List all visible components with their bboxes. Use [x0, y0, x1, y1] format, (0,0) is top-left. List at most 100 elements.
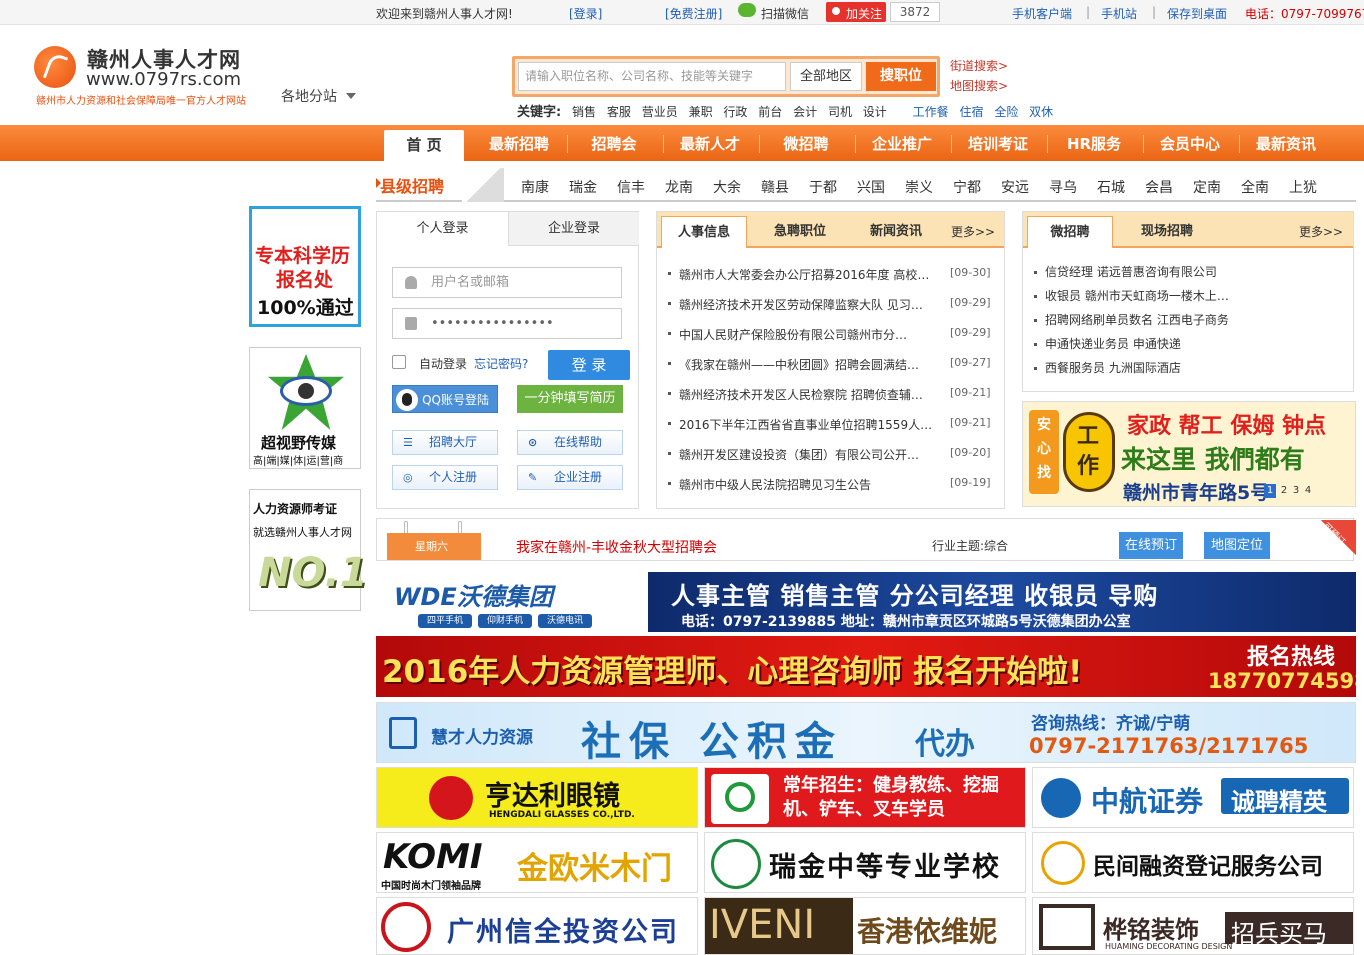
county-link[interactable]: 崇义: [905, 177, 933, 197]
book-online-button[interactable]: 在线预订: [1119, 532, 1183, 559]
news-more-link[interactable]: 更多>>: [948, 216, 998, 248]
tile-komi-doors[interactable]: KOMI 中国时尚木门领袖品牌 金欧米木门: [376, 832, 698, 893]
map-locate-button[interactable]: 地图定位: [1204, 532, 1270, 559]
keyword-link[interactable]: 设计: [863, 105, 887, 119]
county-link[interactable]: 定南: [1193, 177, 1221, 197]
social-security-banner[interactable]: 慧才人力资源 社保 公积金 代办 咨询热线：齐诚/宁萌 0797-2171763…: [376, 702, 1356, 763]
keyword-link[interactable]: 全险: [994, 105, 1018, 119]
tab-personal-login[interactable]: 个人登录: [377, 212, 508, 246]
search-button[interactable]: 搜职位: [866, 62, 936, 91]
area-select[interactable]: 全部地区: [790, 62, 862, 91]
password-field[interactable]: ••••••••••••••••: [392, 308, 622, 339]
tile-guangzhou-invest[interactable]: 广州信全投资公司: [376, 897, 698, 955]
side-ad-certificate[interactable]: 人力资源师考证 就选赣州人事人才网 NO.1: [249, 489, 368, 611]
login-link[interactable]: [登录]: [569, 5, 602, 22]
micro-item[interactable]: 招聘网络刷单员数名 江西电子商务: [1034, 311, 1229, 328]
login-button[interactable]: 登 录: [548, 350, 630, 380]
county-link[interactable]: 寻乌: [1049, 177, 1077, 197]
register-link[interactable]: [免费注册]: [665, 5, 722, 22]
wechat-link[interactable]: 扫描微信: [761, 5, 809, 22]
forgot-password-link[interactable]: 忘记密码?: [474, 355, 528, 372]
hr-exam-banner[interactable]: 2016年人力资源管理师、心理咨询师 报名开始啦! 报名热线 187707745…: [376, 636, 1356, 697]
tile-iveni[interactable]: IVENI 香港依维妮: [704, 897, 1026, 955]
keyword-link[interactable]: 双休: [1029, 105, 1053, 119]
mobile-site-link[interactable]: 手机站: [1101, 5, 1137, 22]
keyword-link[interactable]: 行政: [723, 105, 747, 119]
news-item[interactable]: 2016下半年江西省省直事业单位招聘1559人… [09-21]: [668, 416, 993, 433]
county-link[interactable]: 会昌: [1145, 177, 1173, 197]
tile-hengdali[interactable]: 亨达利眼镜 HENGDALI GLASSES CO.,LTD.: [376, 767, 698, 828]
chevron-down-icon[interactable]: [346, 93, 356, 99]
county-link[interactable]: 石城: [1097, 177, 1125, 197]
logo-icon[interactable]: [34, 46, 76, 88]
nav-latest-news[interactable]: 最新资讯: [1240, 125, 1332, 161]
news-item[interactable]: 《我家在赣州——中秋团圆》招聘会圆满结… [09-27]: [668, 356, 993, 373]
fair-title[interactable]: 我家在赣州-丰收金秋大型招聘会: [516, 537, 717, 557]
news-item[interactable]: 赣州市人大常委会办公厅招募2016年度 高校… [09-30]: [668, 266, 993, 283]
county-link[interactable]: 宁都: [953, 177, 981, 197]
tab-urgent-jobs[interactable]: 急聘职位: [757, 216, 843, 248]
county-link[interactable]: 大余: [713, 177, 741, 197]
company-register-button[interactable]: ✎ 企业注册: [517, 465, 623, 490]
county-link[interactable]: 兴国: [857, 177, 885, 197]
news-item[interactable]: 赣州开发区建设投资（集团）有限公司公开… [09-20]: [668, 446, 993, 463]
slide-page[interactable]: 1: [1264, 484, 1276, 498]
county-link[interactable]: 上犹: [1289, 177, 1317, 197]
county-link[interactable]: 赣县: [761, 177, 789, 197]
tile-huaming-decor[interactable]: 桦铭装饰 HUAMING DECORATING DESIGN 招兵买马: [1032, 897, 1354, 955]
remember-checkbox[interactable]: [392, 355, 406, 369]
wode-banner[interactable]: WDE沃德集团 四平手机 仰财手机 沃德电讯 人事主管 销售主管 分公司经理 收…: [376, 569, 1356, 632]
nav-training[interactable]: 培训考证: [952, 125, 1044, 161]
nav-job-fair[interactable]: 招聘会: [568, 125, 660, 161]
tile-private-finance[interactable]: 民间融资登记服务公司: [1032, 832, 1354, 893]
username-field[interactable]: 用户名或邮箱: [392, 267, 622, 298]
tab-hr-info[interactable]: 人事信息: [661, 216, 747, 248]
keyword-link[interactable]: 司机: [828, 105, 852, 119]
tile-training-school[interactable]: 常年招生：健身教练、挖掘机、铲车、叉车学员: [704, 767, 1026, 828]
map-search-link[interactable]: 地图搜索>: [950, 77, 1008, 94]
nav-member-center[interactable]: 会员中心: [1144, 125, 1236, 161]
quick-resume-button[interactable]: 一分钟填写简历: [517, 385, 623, 413]
tile-avic-securities[interactable]: 中航证券 诚聘精英: [1032, 767, 1354, 828]
micro-item[interactable]: 信贷经理 诺远普惠咨询有限公司: [1034, 263, 1217, 280]
keyword-link[interactable]: 会计: [793, 105, 817, 119]
mobile-client-link[interactable]: 手机客户端: [1012, 5, 1072, 22]
slide-ad[interactable]: 安 心 找 工作 家政 帮工 保姆 钟点 来这里 我們都有 赣州市青年路5号 1…: [1022, 401, 1356, 507]
nav-latest-jobs[interactable]: 最新招聘: [473, 125, 565, 161]
tab-micro-recruit[interactable]: 微招聘: [1027, 216, 1113, 248]
county-link[interactable]: 全南: [1241, 177, 1269, 197]
county-link[interactable]: 信丰: [617, 177, 645, 197]
county-link[interactable]: 瑞金: [569, 177, 597, 197]
slide-page[interactable]: 3: [1291, 484, 1301, 498]
side-ad-media[interactable]: 超视野传媒 高|端|媒|体|运|营|商: [249, 347, 361, 469]
county-link[interactable]: 龙南: [665, 177, 693, 197]
personal-register-button[interactable]: ◎ 个人注册: [392, 465, 498, 490]
nav-promotion[interactable]: 企业推广: [856, 125, 948, 161]
news-item[interactable]: 赣州市中级人民法院招聘见习生公告 [09-19]: [668, 476, 993, 493]
save-desktop-link[interactable]: 保存到桌面: [1167, 5, 1227, 22]
tab-onsite-recruit[interactable]: 现场招聘: [1124, 216, 1210, 248]
news-item[interactable]: 中国人民财产保险股份有限公司赣州市分… [09-29]: [668, 326, 993, 343]
micro-item[interactable]: 申通快递业务员 申通快递: [1034, 335, 1181, 352]
side-ad-degree[interactable]: 专本科学历 报名处 100%通过: [249, 206, 361, 327]
keyword-link[interactable]: 前台: [758, 105, 782, 119]
branch-selector[interactable]: 各地分站: [281, 86, 337, 106]
keyword-link[interactable]: 销售: [572, 105, 596, 119]
keyword-link[interactable]: 营业员: [642, 105, 678, 119]
tile-ruijin-school[interactable]: 瑞金中等专业学校: [704, 832, 1026, 893]
tab-company-login[interactable]: 企业登录: [508, 212, 639, 246]
nav-home[interactable]: 首 页: [384, 130, 464, 161]
county-link[interactable]: 南康: [521, 177, 549, 197]
slide-page[interactable]: 2: [1279, 484, 1289, 498]
slide-page[interactable]: 4: [1303, 484, 1313, 498]
micro-item[interactable]: 收银员 赣州市天虹商场一楼木上…: [1034, 287, 1229, 304]
online-help-button[interactable]: ⊙ 在线帮助: [517, 430, 623, 455]
keyword-link[interactable]: 住宿: [959, 105, 983, 119]
keyword-link[interactable]: 工作餐: [913, 105, 949, 119]
job-hall-button[interactable]: ☰ 招聘大厅: [392, 430, 498, 455]
search-input[interactable]: 请输入职位名称、公司名称、技能等关键字: [518, 62, 786, 91]
street-search-link[interactable]: 街道搜索>: [950, 57, 1008, 74]
micro-more-link[interactable]: 更多>>: [1296, 216, 1346, 248]
micro-item[interactable]: 西餐服务员 九洲国际酒店: [1034, 359, 1181, 376]
nav-hr-service[interactable]: HR服务: [1048, 125, 1140, 161]
